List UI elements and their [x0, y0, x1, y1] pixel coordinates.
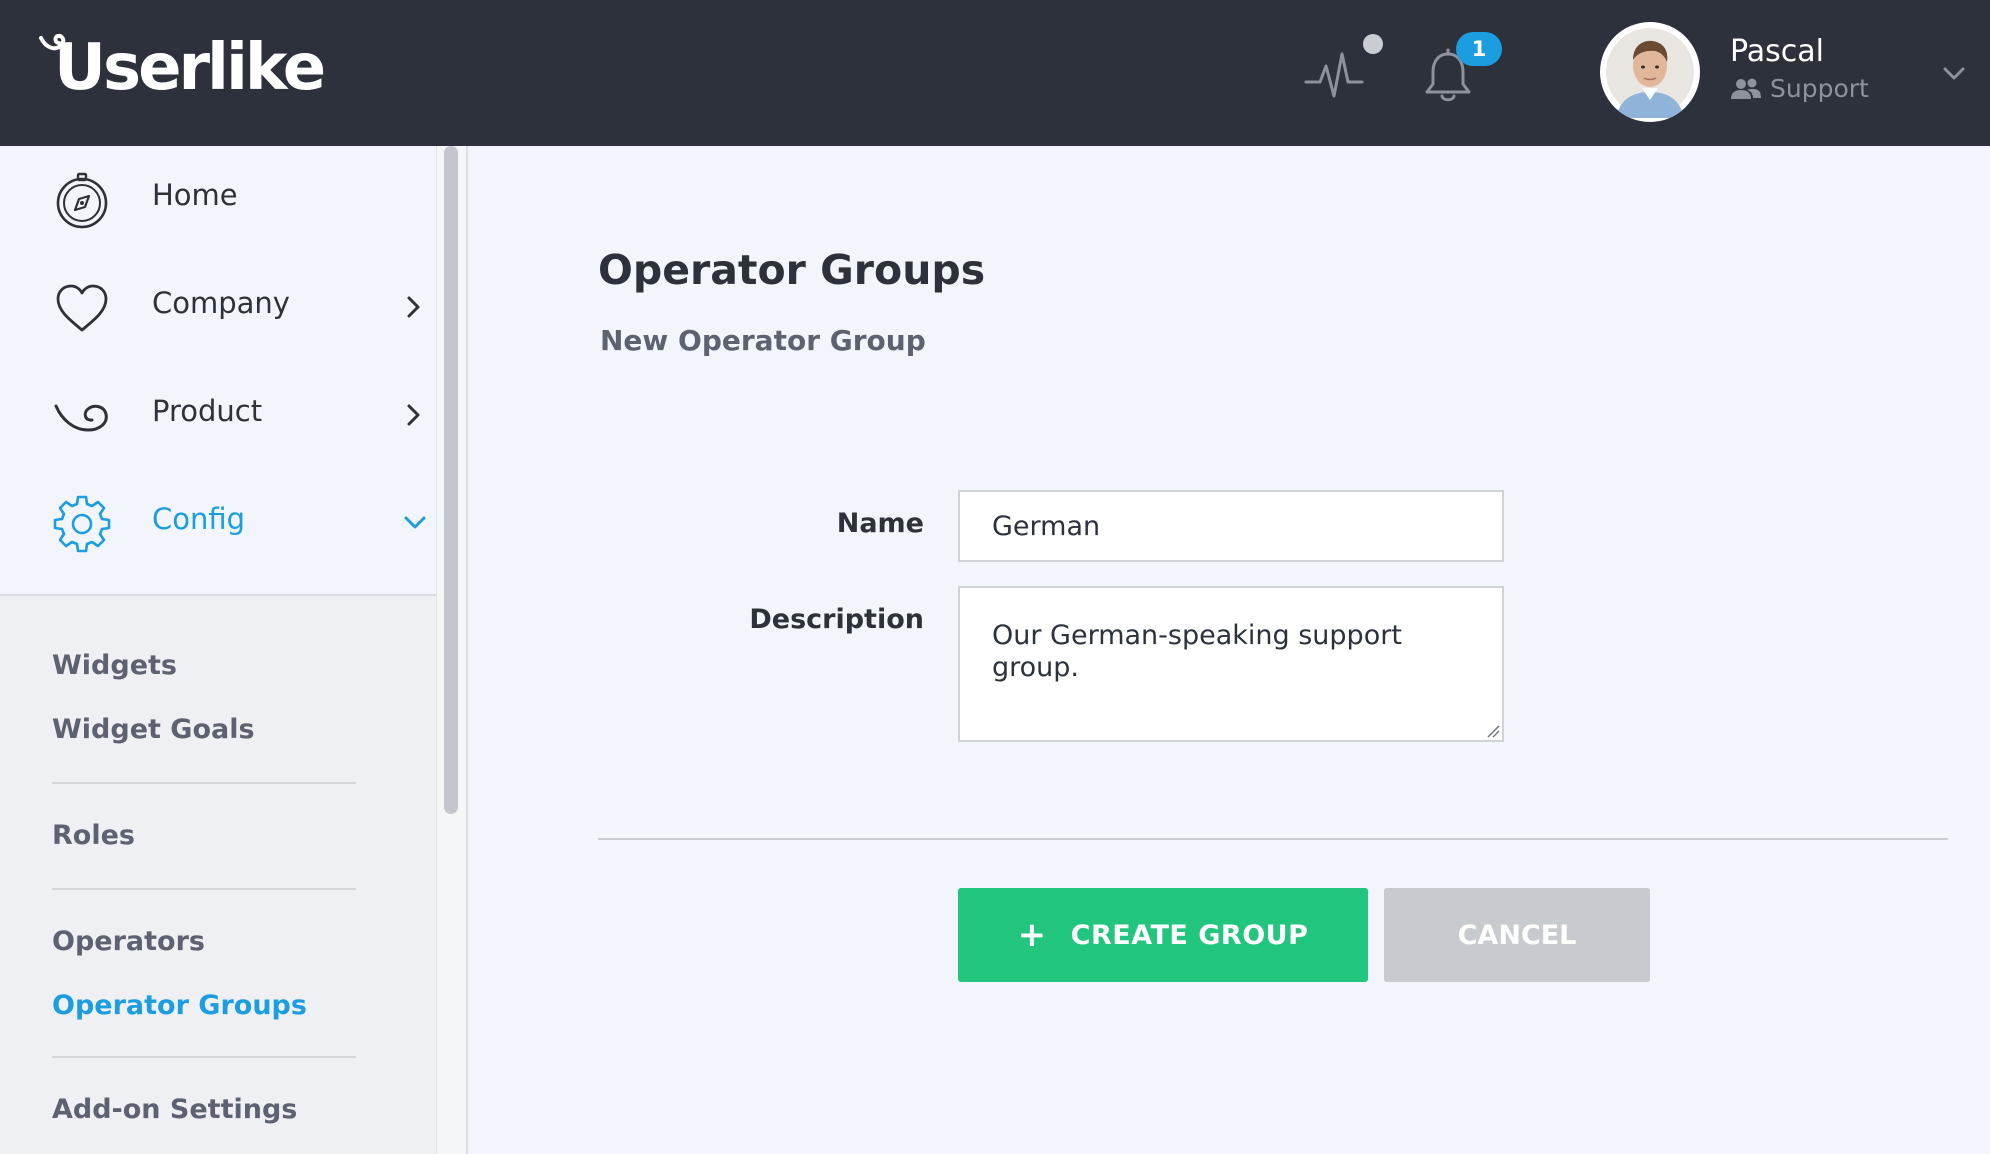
avatar[interactable] — [1600, 22, 1700, 122]
page-title: Operator Groups — [598, 246, 986, 294]
sidebar-item-config[interactable]: Config — [0, 478, 436, 568]
logo-text: Userlike — [54, 31, 326, 105]
create-group-label: CREATE GROUP — [1070, 919, 1309, 951]
activity-pulse-icon[interactable] — [1304, 46, 1364, 102]
sidebar-item-label: Home — [152, 178, 238, 212]
resize-grip-icon[interactable] — [1486, 724, 1500, 738]
product-swirl-icon — [54, 404, 108, 432]
status-dot — [1363, 34, 1383, 54]
description-label: Description — [749, 604, 924, 635]
description-textarea[interactable]: Our German-speaking support group. — [958, 586, 1504, 742]
page-subtitle: New Operator Group — [600, 324, 926, 357]
avatar-portrait-icon — [1604, 26, 1696, 118]
sidebar-item-label: Product — [152, 394, 263, 428]
userlike-logo[interactable]: Userlike — [38, 28, 326, 108]
sidebar-subitem-operator-groups[interactable]: Operator Groups — [52, 990, 307, 1021]
compass-icon — [56, 172, 108, 229]
name-input[interactable] — [958, 490, 1504, 562]
user-role-label: Support — [1770, 74, 1869, 103]
sidebar-subitem-widget-goals[interactable]: Widget Goals — [52, 714, 255, 745]
chevron-down-icon — [404, 516, 426, 529]
people-icon — [1731, 78, 1761, 99]
user-name[interactable]: Pascal — [1730, 34, 1824, 69]
sidebar-subitem-addon-settings[interactable]: Add-on Settings — [52, 1094, 297, 1125]
main-content: Operator Groups New Operator Group Name … — [470, 146, 1990, 1154]
heart-icon — [56, 284, 108, 332]
sidebar-scrollbar-thumb[interactable] — [444, 146, 458, 814]
sidebar-item-label: Config — [152, 502, 246, 536]
notification-badge: 1 — [1456, 32, 1502, 66]
chevron-down-icon[interactable] — [1940, 62, 1968, 84]
form-divider — [598, 838, 1948, 840]
sidebar-item-home[interactable]: Home — [0, 154, 436, 244]
gear-icon — [53, 495, 111, 553]
sidebar-item-company[interactable]: Company — [0, 262, 436, 352]
create-group-button[interactable]: + CREATE GROUP — [958, 888, 1368, 982]
sidebar-item-product[interactable]: Product — [0, 370, 436, 460]
cancel-button[interactable]: CANCEL — [1384, 888, 1650, 982]
sidebar-subitem-roles[interactable]: Roles — [52, 820, 135, 851]
plus-icon: + — [1017, 915, 1047, 955]
sidebar-main-nav: Home Company Product Config — [0, 146, 436, 596]
sidebar-divider — [52, 782, 356, 784]
sidebar-item-label: Company — [152, 286, 290, 320]
user-role: Support — [1730, 74, 1869, 103]
top-bar: Userlike 1 Pascal Support — [0, 0, 1990, 146]
sidebar-subitem-operators[interactable]: Operators — [52, 926, 205, 957]
chevron-right-icon — [407, 296, 420, 318]
sidebar: Home Company Product Config Widgets Widg… — [0, 146, 468, 1154]
sidebar-divider — [52, 1056, 356, 1058]
sidebar-subitem-widgets[interactable]: Widgets — [52, 650, 177, 681]
sidebar-divider — [52, 888, 356, 890]
cancel-label: CANCEL — [1457, 919, 1577, 951]
chevron-right-icon — [407, 404, 420, 426]
name-label: Name — [836, 508, 924, 539]
